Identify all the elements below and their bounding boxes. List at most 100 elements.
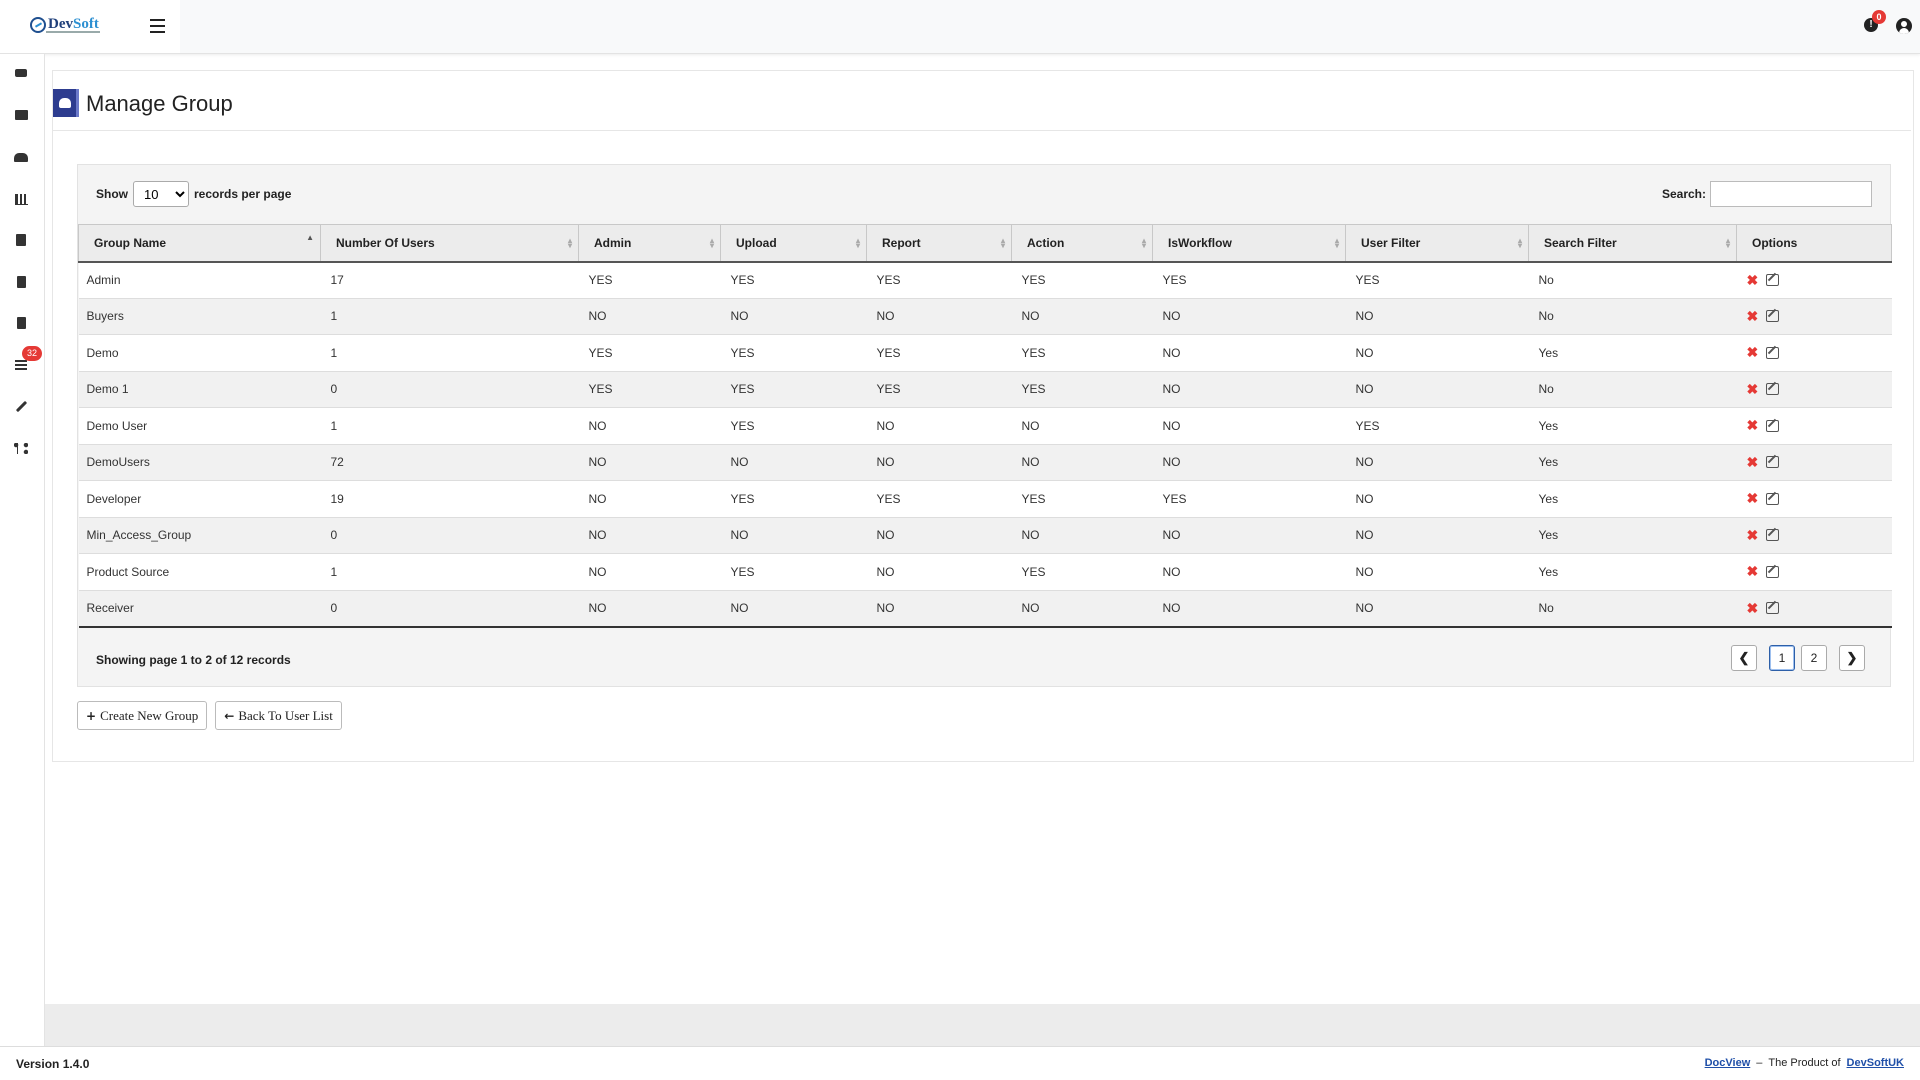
edit-icon[interactable] xyxy=(1766,310,1780,323)
delete-icon[interactable]: ✖ xyxy=(1747,272,1759,289)
column-header-label: Search Filter xyxy=(1544,235,1617,250)
table-cell: NO xyxy=(866,517,1012,554)
column-header-user-filter[interactable]: User Filter ▴ ▾ xyxy=(1345,224,1529,263)
edit-icon[interactable] xyxy=(1766,565,1780,578)
sidebar-item-groups[interactable] xyxy=(10,146,32,168)
table-row: Buyers 1 NO NO NO NO NO NO No ✖ xyxy=(78,298,1892,335)
table-cell: 0 xyxy=(320,590,579,628)
table-cell: Demo 1 xyxy=(78,371,321,408)
create-new-group-button[interactable]: + Create New Group xyxy=(77,701,208,730)
edit-icon[interactable] xyxy=(1766,419,1780,432)
edit-icon[interactable] xyxy=(1766,274,1780,286)
table-cell: 0 xyxy=(320,517,579,554)
table-cell: YES xyxy=(1011,480,1153,518)
groups-table: Group Name ▲ Number Of Users ▴ ▾ Admin ▴ ▾ Uploa… xyxy=(78,224,1892,628)
edit-icon[interactable] xyxy=(1766,492,1780,505)
table-cell: NO xyxy=(1011,590,1153,628)
sidebar-item-workflow[interactable] xyxy=(10,437,32,459)
table-cell: YES xyxy=(1345,261,1529,299)
table-cell: 1 xyxy=(320,334,579,372)
table-cell: NO xyxy=(1152,553,1346,591)
edit-icon[interactable] xyxy=(1766,456,1780,469)
table-cell: NO xyxy=(866,590,1012,628)
users-icon xyxy=(14,152,28,162)
page-title: Manage Group xyxy=(86,91,233,116)
task-list-icon xyxy=(15,360,27,370)
table-cell: YES xyxy=(720,480,867,518)
delete-icon[interactable]: ✖ xyxy=(1747,490,1759,507)
edit-icon[interactable] xyxy=(1766,346,1780,359)
column-header-label: Report xyxy=(882,235,921,250)
column-header-label: User Filter xyxy=(1361,235,1421,250)
sidebar-item-dashboard[interactable] xyxy=(10,62,32,84)
table-cell: YES xyxy=(866,261,1012,299)
table-cell: YES xyxy=(866,334,1012,372)
column-header-upload[interactable]: Upload ▴ ▾ xyxy=(720,224,867,263)
table-cell: Yes xyxy=(1528,407,1737,445)
column-header-options: Options xyxy=(1736,224,1892,263)
delete-icon[interactable]: ✖ xyxy=(1747,454,1759,471)
delete-icon[interactable]: ✖ xyxy=(1747,417,1759,434)
table-cell: Yes xyxy=(1528,480,1737,518)
sidebar-item-documents[interactable] xyxy=(10,271,32,293)
delete-icon[interactable]: ✖ xyxy=(1747,563,1759,580)
delete-icon[interactable]: ✖ xyxy=(1747,381,1759,398)
table-cell: No xyxy=(1528,371,1737,408)
table-cell: NO xyxy=(1345,444,1529,481)
table-cell: NO xyxy=(1345,553,1529,591)
docview-link[interactable]: DocView xyxy=(1705,1057,1751,1069)
prev-page-icon[interactable]: ❮ xyxy=(1731,645,1757,671)
page-size-select[interactable]: 102550100 xyxy=(133,181,189,207)
tasks-badge: 32 xyxy=(22,346,42,361)
delete-icon[interactable]: ✖ xyxy=(1747,308,1759,325)
table-cell: YES xyxy=(720,261,867,299)
sort-icon: ▴ ▾ xyxy=(1000,236,1005,250)
sidebar-item-reports[interactable] xyxy=(10,188,32,210)
next-page-icon[interactable]: ❯ xyxy=(1839,645,1865,671)
sidebar-item-file-info[interactable] xyxy=(10,312,32,334)
column-header-isworkflow[interactable]: IsWorkflow ▴ ▾ xyxy=(1152,224,1346,263)
table-cell: NO xyxy=(720,298,867,335)
table-cell: NO xyxy=(1152,407,1346,445)
group-table-panel: Show 102550100 records per page Search: … xyxy=(77,164,1892,687)
document-icon xyxy=(16,276,26,288)
delete-icon[interactable]: ✖ xyxy=(1747,600,1759,617)
table-cell: YES xyxy=(1011,371,1153,408)
sidebar-item-library[interactable] xyxy=(10,229,32,251)
edit-icon[interactable] xyxy=(1766,383,1780,396)
delete-icon[interactable]: ✖ xyxy=(1747,344,1759,361)
notification-icon[interactable]: ! 0 xyxy=(1864,10,1886,32)
page-button-1[interactable]: 1 xyxy=(1769,645,1795,671)
table-cell: 19 xyxy=(320,480,579,518)
column-header-admin[interactable]: Admin ▴ ▾ xyxy=(578,224,721,263)
back-to-user-list-button[interactable]: ← Back To User List xyxy=(215,701,342,730)
sidebar-item-tasks[interactable]: 32 xyxy=(10,346,42,376)
hamburger-menu-icon[interactable] xyxy=(150,19,165,33)
page-header: Manage Group xyxy=(53,79,1911,131)
column-header-search-filter[interactable]: Search Filter ▴ ▾ xyxy=(1528,224,1737,263)
edit-icon[interactable] xyxy=(1766,602,1780,614)
version-text: Version 1.4.0 xyxy=(16,1057,90,1071)
user-account-icon[interactable] xyxy=(1896,18,1912,34)
column-header-label: Action xyxy=(1027,235,1065,250)
table-cell: NO xyxy=(1011,444,1153,481)
edit-icon[interactable] xyxy=(1766,529,1780,542)
footer: Version 1.4.0 DocView – The Product of D… xyxy=(0,1046,1920,1080)
devsoftuk-link[interactable]: DevSoftUK xyxy=(1847,1057,1904,1069)
column-header-group-name[interactable]: Group Name ▲ xyxy=(78,224,321,263)
table-cell: NO xyxy=(720,590,867,628)
column-header-label: Group Name xyxy=(94,235,167,250)
page-button-2[interactable]: 2 xyxy=(1801,645,1827,671)
sidebar-item-folders[interactable] xyxy=(10,104,32,126)
column-header-number-of-users[interactable]: Number Of Users ▴ ▾ xyxy=(320,224,579,263)
table-row: Min_Access_Group 0 NO NO NO NO NO NO Yes ✖ xyxy=(78,517,1892,554)
table-cell: NO xyxy=(1011,407,1153,445)
brand-area: DevSoft xyxy=(0,0,180,53)
delete-icon[interactable]: ✖ xyxy=(1747,527,1759,544)
table-cell: Receiver xyxy=(78,590,321,628)
column-header-report[interactable]: Report ▴ ▾ xyxy=(866,224,1012,263)
column-header-action[interactable]: Action ▴ ▾ xyxy=(1011,224,1153,263)
sidebar-item-settings[interactable] xyxy=(10,395,32,417)
table-cell: NO xyxy=(578,444,721,481)
search-input[interactable] xyxy=(1710,181,1872,207)
